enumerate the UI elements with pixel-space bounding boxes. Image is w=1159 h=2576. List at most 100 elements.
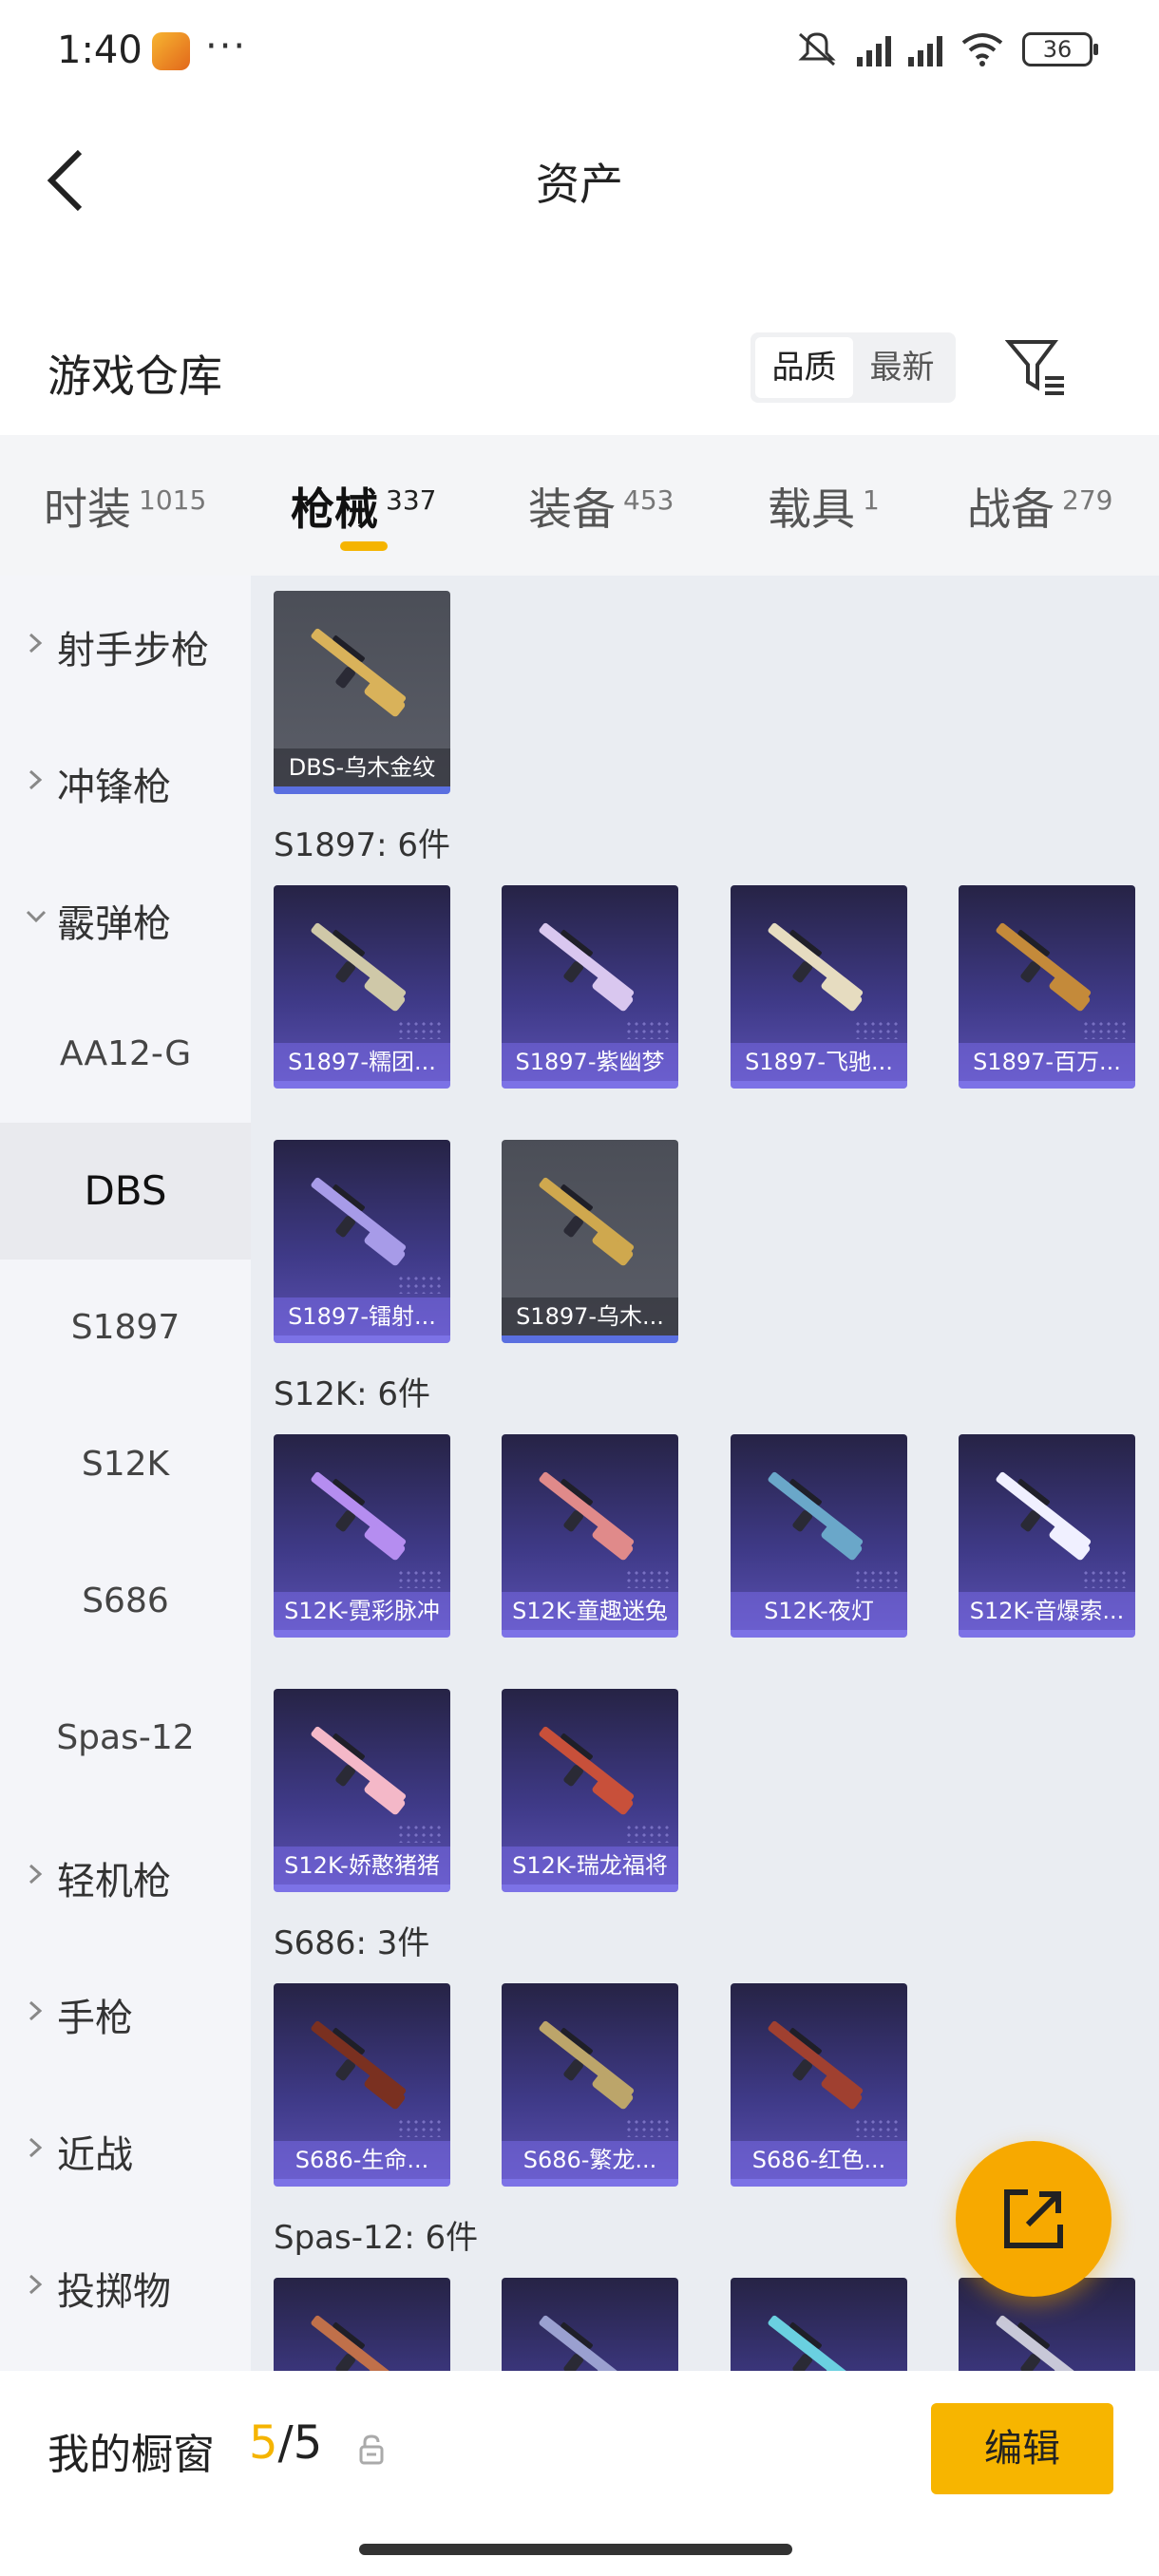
weapon-card[interactable]: S1897-飞驰...: [731, 885, 907, 1089]
weapon-name: DBS-乌木金纹: [274, 748, 450, 786]
weapon-name: S12K-童趣迷兔: [502, 1592, 678, 1630]
weapon-image: [311, 2020, 407, 2110]
sidebar-item-lmg[interactable]: 轻机枪: [0, 1807, 251, 1943]
weapon-image: [539, 2315, 635, 2371]
tab-label: 时装: [44, 483, 131, 535]
showcase-total: /5: [277, 2416, 323, 2470]
tab-count: 453: [623, 484, 674, 516]
weapon-card[interactable]: S12K-霓彩脉冲: [274, 1434, 450, 1638]
signal-1-icon: [857, 32, 891, 66]
weapon-image: [768, 2315, 864, 2371]
more-notifications-icon: ···: [205, 25, 248, 68]
sidebar-sub-s1897[interactable]: S1897: [0, 1260, 251, 1396]
tab-combat-gear[interactable]: 战备 279: [967, 475, 1112, 538]
weapon-category-sidebar: 射手步枪 冲锋枪 霰弹枪 AA12-G DBS S1897 S12K S686 …: [0, 576, 251, 2371]
status-icons: 36: [794, 30, 1098, 68]
weapon-image: [539, 922, 635, 1012]
sidebar-item-label: 手枪: [57, 1997, 133, 2040]
sidebar-item-marksman-rifle[interactable]: 射手步枪: [0, 576, 251, 712]
showcase-bar: 我的橱窗 5/5 编辑: [0, 2371, 1159, 2576]
weapon-card[interactable]: S12K-童趣迷兔: [502, 1434, 678, 1638]
page-title: 资产: [536, 159, 623, 210]
sort-quality-option[interactable]: 品质: [755, 337, 853, 398]
weapon-name: S1897-乌木...: [502, 1297, 678, 1335]
weapon-image: [311, 922, 407, 1012]
weapon-card[interactable]: S1897-糯团...: [274, 885, 450, 1089]
showcase-count: 5/5: [249, 2416, 322, 2470]
weapon-name: S12K-娇憨猪猪: [274, 1847, 450, 1885]
weapon-card[interactable]: [502, 2278, 678, 2371]
tab-equipment[interactable]: 装备 453: [528, 475, 674, 538]
chevron-right-icon: [28, 633, 43, 653]
share-external-icon: [1004, 2189, 1063, 2248]
active-tab-indicator: [340, 541, 388, 551]
mute-icon: [798, 32, 836, 66]
weapon-card[interactable]: S12K-夜灯: [731, 1434, 907, 1638]
edit-button[interactable]: 编辑: [931, 2403, 1113, 2494]
sidebar-sub-dbs[interactable]: DBS: [0, 1123, 251, 1260]
battery-icon: 36: [1022, 32, 1098, 66]
showcase-current: 5: [249, 2416, 278, 2470]
weapon-image: [539, 2020, 635, 2110]
warehouse-title: 游戏仓库: [48, 350, 222, 402]
weapon-name: S1897-紫幽梦: [502, 1043, 678, 1081]
sidebar-item-smg[interactable]: 冲锋枪: [0, 712, 251, 849]
sort-newest-option[interactable]: 最新: [853, 337, 951, 398]
sidebar-item-shotgun[interactable]: 霰弹枪: [0, 849, 251, 986]
weapon-card[interactable]: S12K-瑞龙福将: [502, 1689, 678, 1892]
weapon-image: [996, 922, 1092, 1012]
filter-icon[interactable]: [1005, 338, 1068, 395]
sidebar-item-melee[interactable]: 近战: [0, 2080, 251, 2217]
sidebar-sub-s12k[interactable]: S12K: [0, 1396, 251, 1533]
sidebar-item-throwable[interactable]: 投掷物: [0, 2217, 251, 2354]
showcase-label: 我的橱窗: [48, 2431, 215, 2479]
tab-count: 279: [1062, 484, 1113, 516]
weapon-card[interactable]: S1897-镭射...: [274, 1140, 450, 1343]
weapon-card[interactable]: S1897-乌木...: [502, 1140, 678, 1343]
weapon-card[interactable]: [731, 2278, 907, 2371]
tab-label: 战备: [967, 483, 1054, 535]
sidebar-item-label: 冲锋枪: [57, 766, 171, 809]
weapon-card[interactable]: S1897-百万...: [959, 885, 1135, 1089]
weapon-image: [311, 1471, 407, 1561]
weapon-card[interactable]: [274, 2278, 450, 2371]
sidebar-item-label: 射手步枪: [57, 629, 209, 672]
sidebar-sub-spas12[interactable]: Spas-12: [0, 1670, 251, 1807]
sidebar-sub-aa12g[interactable]: AA12-G: [0, 986, 251, 1123]
section-header: S686: 3件: [274, 1924, 430, 1962]
weapon-image: [311, 2315, 407, 2371]
weapon-grid: DBS-乌木金纹 S1897: 6件 S1897-糯团... S1897-紫幽梦…: [251, 576, 1159, 2371]
tab-vehicles[interactable]: 载具 1: [768, 475, 880, 538]
chevron-right-icon: [28, 2000, 43, 2021]
weapon-name: S12K-瑞龙福将: [502, 1847, 678, 1885]
chevron-right-icon: [28, 2274, 43, 2295]
weapon-name: S686-生命...: [274, 2141, 450, 2179]
weapon-card[interactable]: S686-生命...: [274, 1983, 450, 2187]
weapon-card[interactable]: S686-红色...: [731, 1983, 907, 2187]
app-notification-icon: [152, 32, 190, 70]
weapon-image: [768, 922, 864, 1012]
weapon-name: S1897-镭射...: [274, 1297, 450, 1335]
sidebar-item-label: 投掷物: [57, 2270, 171, 2314]
sidebar-item-pistol[interactable]: 手枪: [0, 1943, 251, 2080]
weapon-card[interactable]: S12K-音爆索...: [959, 1434, 1135, 1638]
weapon-image: [311, 628, 407, 717]
status-time: 1:40: [57, 28, 142, 72]
weapon-name: S1897-糯团...: [274, 1043, 450, 1081]
section-header: Spas-12: 6件: [274, 2219, 479, 2257]
weapon-card[interactable]: DBS-乌木金纹: [274, 591, 450, 794]
category-tabs: 时装 1015 枪械 337 装备 453 载具 1 战备 279: [0, 435, 1159, 576]
weapon-name: S686-繁龙...: [502, 2141, 678, 2179]
sidebar-sub-s686[interactable]: S686: [0, 1533, 251, 1670]
signal-2-icon: [908, 32, 942, 66]
home-indicator[interactable]: [359, 2544, 792, 2555]
weapon-card[interactable]: S1897-紫幽梦: [502, 885, 678, 1089]
tab-count: 1: [863, 484, 880, 516]
weapon-card[interactable]: S686-繁龙...: [502, 1983, 678, 2187]
weapon-image: [996, 2315, 1092, 2371]
tab-firearms[interactable]: 枪械 337: [291, 475, 436, 538]
weapon-card[interactable]: S12K-娇憨猪猪: [274, 1689, 450, 1892]
weapon-image: [539, 1471, 635, 1561]
share-button[interactable]: [956, 2141, 1112, 2297]
tab-fashion[interactable]: 时装 1015: [44, 475, 206, 538]
